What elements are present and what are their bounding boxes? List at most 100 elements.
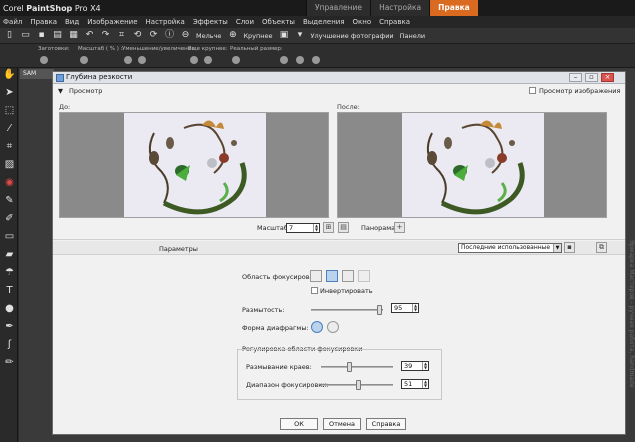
dropper-tool-icon[interactable]: ⁄ xyxy=(3,122,16,135)
document-tab[interactable]: SAM xyxy=(20,69,54,79)
spinner-arrows-icon[interactable]: ▲ ▼ xyxy=(313,224,319,232)
red-eye-tool-icon[interactable]: ◉ xyxy=(3,176,16,189)
pan-button[interactable]: + xyxy=(394,222,405,233)
edge-blur-slider-track[interactable] xyxy=(321,366,393,368)
panels-menu[interactable]: Панели xyxy=(400,32,426,40)
preset-dropdown[interactable]: Последние использованные ▼ xyxy=(458,243,562,253)
menu-edit[interactable]: Правка xyxy=(30,18,57,26)
parameters-row: Параметры Последние использованные ▼ ▪ ⧉ xyxy=(53,241,625,255)
zoom-in-small-icon[interactable] xyxy=(138,56,146,64)
move-tool-icon[interactable]: ✋ xyxy=(3,68,16,81)
cancel-button[interactable]: Отмена xyxy=(323,418,361,430)
minimize-icon[interactable]: – xyxy=(569,73,582,82)
menu-effects[interactable]: Эффекты xyxy=(193,18,228,26)
pan-icon[interactable] xyxy=(40,56,48,64)
menu-objects[interactable]: Объекты xyxy=(262,18,295,26)
aperture-hex-button[interactable] xyxy=(327,321,339,333)
text-tool-icon[interactable]: T xyxy=(3,284,16,297)
close-icon[interactable]: × xyxy=(601,73,614,82)
tab-manage[interactable]: Управление xyxy=(306,0,371,16)
edge-blur-slider-thumb[interactable] xyxy=(347,362,353,372)
scale-spinner[interactable] xyxy=(80,56,88,64)
enhance-photo-menu[interactable]: Улучшение фотографии xyxy=(311,32,394,40)
before-preview[interactable] xyxy=(59,112,329,218)
option-icon-a[interactable] xyxy=(280,56,288,64)
larger-label[interactable]: Крупнее xyxy=(243,32,272,40)
focus-freehand-button[interactable] xyxy=(358,270,370,282)
blur-slider-thumb[interactable] xyxy=(377,305,383,315)
tab-edit[interactable]: Правка xyxy=(429,0,478,16)
zoom-fit-button[interactable]: ⊞ xyxy=(323,222,334,233)
focus-range-spinner[interactable]: 51 ▲ ▼ xyxy=(401,379,429,389)
reset-button[interactable]: ⧉ xyxy=(596,242,607,253)
rotate-left-icon[interactable]: ⟲ xyxy=(132,30,143,41)
maximize-icon[interactable]: ▫ xyxy=(585,73,598,82)
crop-icon[interactable]: ⌗ xyxy=(116,30,127,41)
select-tool-icon[interactable]: ⬚ xyxy=(3,104,16,117)
menu-image[interactable]: Изображение xyxy=(87,18,137,26)
menu-adjust[interactable]: Настройка xyxy=(146,18,185,26)
undo-icon[interactable]: ↶ xyxy=(84,30,95,41)
zoom-in-icon[interactable]: ⊕ xyxy=(227,30,238,41)
scratch-tool-icon[interactable]: ✐ xyxy=(3,212,16,225)
range-spinner-arrows-icon[interactable]: ▲ ▼ xyxy=(422,380,428,388)
zoom-out-icon[interactable]: ⊖ xyxy=(180,30,191,41)
menu-help[interactable]: Справка xyxy=(379,18,410,26)
save-icon[interactable]: ▪ xyxy=(36,30,47,41)
chevron-down-icon[interactable]: ▼ xyxy=(553,244,561,252)
focus-range-slider-thumb[interactable] xyxy=(355,380,361,390)
fill-tool-icon[interactable]: ▰ xyxy=(3,248,16,261)
zoom-more-out-icon[interactable] xyxy=(190,56,198,64)
focus-circle-button[interactable] xyxy=(310,270,322,282)
menu-layers[interactable]: Слои xyxy=(236,18,254,26)
eraser-tool-icon[interactable]: ▭ xyxy=(3,230,16,243)
print-icon[interactable]: ▤ xyxy=(52,30,63,41)
airbrush-tool-icon[interactable]: ✏ xyxy=(3,356,16,369)
collapse-arrow-icon[interactable]: ▼ xyxy=(58,87,63,95)
blur-spinner-arrows-icon[interactable]: ▲ ▼ xyxy=(412,304,418,312)
preview-section-label[interactable]: Просмотр xyxy=(69,87,102,95)
after-preview[interactable] xyxy=(337,112,607,218)
option-icon-b[interactable] xyxy=(296,56,304,64)
zoom-actual-button[interactable]: ▤ xyxy=(338,222,349,233)
fit-icon[interactable]: ▣ xyxy=(279,30,290,41)
crop-tool-icon[interactable]: ⌗ xyxy=(3,140,16,153)
clone-tool-icon[interactable]: ✎ xyxy=(3,194,16,207)
aperture-round-button[interactable] xyxy=(311,321,323,333)
focus-ellipse-button[interactable] xyxy=(326,270,338,282)
smaller-label[interactable]: Мельче xyxy=(196,32,221,40)
edge-spinner-arrows-icon[interactable]: ▲ ▼ xyxy=(422,362,428,370)
new-icon[interactable]: ▯ xyxy=(4,30,15,41)
focus-rect-button[interactable] xyxy=(342,270,354,282)
preview-image-checkbox[interactable] xyxy=(529,87,536,94)
open-icon[interactable]: ▭ xyxy=(20,30,31,41)
option-icon-c[interactable] xyxy=(312,56,320,64)
zoom-out-small-icon[interactable] xyxy=(124,56,132,64)
menu-selections[interactable]: Выделения xyxy=(303,18,345,26)
brush-tool-icon[interactable]: ʃ xyxy=(3,338,16,351)
ok-button[interactable]: ОК xyxy=(280,418,318,430)
blur-slider-track[interactable] xyxy=(311,309,383,311)
edge-blur-spinner[interactable]: 39 ▲ ▼ xyxy=(401,361,429,371)
dropdown-icon[interactable]: ▾ xyxy=(295,30,306,41)
save-preset-button[interactable]: ▪ xyxy=(564,242,575,253)
tab-adjust[interactable]: Настройка xyxy=(370,0,430,16)
straighten-tool-icon[interactable]: ▨ xyxy=(3,158,16,171)
redo-icon[interactable]: ↷ xyxy=(100,30,111,41)
menu-window[interactable]: Окно xyxy=(353,18,372,26)
rotate-right-icon[interactable]: ⟳ xyxy=(148,30,159,41)
blur-spinner[interactable]: 95 ▲ ▼ xyxy=(391,303,419,313)
shape-tool-icon[interactable]: ● xyxy=(3,302,16,315)
help-button[interactable]: Справка xyxy=(366,418,406,430)
smudge-tool-icon[interactable]: ☂ xyxy=(3,266,16,279)
scan-icon[interactable]: ▦ xyxy=(68,30,79,41)
zoom-spinner[interactable]: 7 ▲ ▼ xyxy=(286,223,320,233)
info-icon[interactable]: ⓘ xyxy=(164,30,175,41)
pen-tool-icon[interactable]: ✒ xyxy=(3,320,16,333)
zoom-more-in-icon[interactable] xyxy=(204,56,212,64)
pick-tool-icon[interactable]: ➤ xyxy=(3,86,16,99)
menu-view[interactable]: Вид xyxy=(65,18,79,26)
actual-size-icon[interactable] xyxy=(232,56,240,64)
invert-checkbox[interactable] xyxy=(311,287,318,294)
menu-file[interactable]: Файл xyxy=(3,18,22,26)
